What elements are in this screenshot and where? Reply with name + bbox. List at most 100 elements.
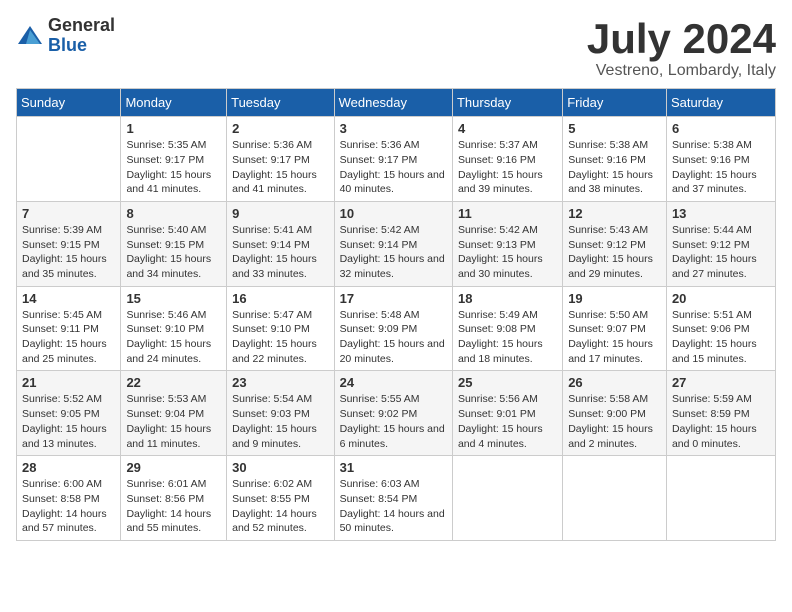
logo: General Blue [16, 16, 115, 56]
calendar-cell: 9 Sunrise: 5:41 AMSunset: 9:14 PMDaylight… [227, 201, 334, 286]
day-number: 28 [22, 460, 115, 475]
calendar-cell: 13 Sunrise: 5:44 AMSunset: 9:12 PMDayligh… [666, 201, 775, 286]
day-number: 19 [568, 291, 661, 306]
day-number: 5 [568, 121, 661, 136]
day-number: 26 [568, 375, 661, 390]
calendar-cell: 30 Sunrise: 6:02 AMSunset: 8:55 PMDayligh… [227, 456, 334, 541]
header-wednesday: Wednesday [334, 89, 452, 117]
day-number: 15 [126, 291, 221, 306]
calendar-cell: 21Sunrise: 5:52 AMSunset: 9:05 PMDayligh… [17, 371, 121, 456]
day-info: Sunrise: 5:44 AMSunset: 9:12 PMDaylight:… [672, 223, 770, 282]
day-info: Sunrise: 5:45 AMSunset: 9:11 PMDaylight:… [22, 308, 115, 367]
calendar-header-row: SundayMondayTuesdayWednesdayThursdayFrid… [17, 89, 776, 117]
calendar-cell: 6 Sunrise: 5:38 AMSunset: 9:16 PMDaylight… [666, 117, 775, 202]
day-number: 10 [340, 206, 447, 221]
calendar-cell [17, 117, 121, 202]
calendar-cell: 4 Sunrise: 5:37 AMSunset: 9:16 PMDaylight… [452, 117, 562, 202]
day-info: Sunrise: 6:01 AMSunset: 8:56 PMDaylight:… [126, 477, 221, 536]
calendar-cell: 17Sunrise: 5:48 AMSunset: 9:09 PMDayligh… [334, 286, 452, 371]
day-info: Sunrise: 5:50 AMSunset: 9:07 PMDaylight:… [568, 308, 661, 367]
header-friday: Friday [563, 89, 667, 117]
day-info: Sunrise: 5:51 AMSunset: 9:06 PMDaylight:… [672, 308, 770, 367]
day-number: 25 [458, 375, 557, 390]
calendar-cell: 18 Sunrise: 5:49 AMSunset: 9:08 PMDayligh… [452, 286, 562, 371]
calendar-cell: 15 Sunrise: 5:46 AMSunset: 9:10 PMDayligh… [121, 286, 227, 371]
calendar-table: SundayMondayTuesdayWednesdayThursdayFrid… [16, 88, 776, 541]
day-number: 13 [672, 206, 770, 221]
day-number: 4 [458, 121, 557, 136]
day-info: Sunrise: 5:59 AMSunset: 8:59 PMDaylight:… [672, 392, 770, 451]
header-tuesday: Tuesday [227, 89, 334, 117]
day-info: Sunrise: 6:02 AMSunset: 8:55 PMDaylight:… [232, 477, 328, 536]
calendar-cell: 12Sunrise: 5:43 AMSunset: 9:12 PMDayligh… [563, 201, 667, 286]
day-number: 11 [458, 206, 557, 221]
day-number: 1 [126, 121, 221, 136]
header-saturday: Saturday [666, 89, 775, 117]
day-info: Sunrise: 5:47 AMSunset: 9:10 PMDaylight:… [232, 308, 328, 367]
calendar-cell: 3Sunrise: 5:36 AMSunset: 9:17 PMDaylight… [334, 117, 452, 202]
calendar-cell: 14Sunrise: 5:45 AMSunset: 9:11 PMDayligh… [17, 286, 121, 371]
calendar-week-2: 7Sunrise: 5:39 AMSunset: 9:15 PMDaylight… [17, 201, 776, 286]
day-info: Sunrise: 5:42 AMSunset: 9:13 PMDaylight:… [458, 223, 557, 282]
day-info: Sunrise: 5:38 AMSunset: 9:16 PMDaylight:… [672, 138, 770, 197]
calendar-cell: 29 Sunrise: 6:01 AMSunset: 8:56 PMDayligh… [121, 456, 227, 541]
day-number: 3 [340, 121, 447, 136]
day-number: 22 [126, 375, 221, 390]
day-number: 16 [232, 291, 328, 306]
header: General Blue July 2024 Vestreno, Lombard… [16, 16, 776, 80]
logo-general-label: General [48, 16, 115, 36]
day-number: 23 [232, 375, 328, 390]
calendar-cell: 5 Sunrise: 5:38 AMSunset: 9:16 PMDaylight… [563, 117, 667, 202]
calendar-cell: 23 Sunrise: 5:54 AMSunset: 9:03 PMDayligh… [227, 371, 334, 456]
calendar-cell: 10 Sunrise: 5:42 AMSunset: 9:14 PMDayligh… [334, 201, 452, 286]
day-number: 8 [126, 206, 221, 221]
logo-icon [16, 22, 44, 50]
day-info: Sunrise: 5:43 AMSunset: 9:12 PMDaylight:… [568, 223, 661, 282]
calendar-cell: 28 Sunrise: 6:00 AMSunset: 8:58 PMDayligh… [17, 456, 121, 541]
calendar-cell: 8 Sunrise: 5:40 AMSunset: 9:15 PMDaylight… [121, 201, 227, 286]
day-info: Sunrise: 5:58 AMSunset: 9:00 PMDaylight:… [568, 392, 661, 451]
calendar-cell: 26 Sunrise: 5:58 AMSunset: 9:00 PMDayligh… [563, 371, 667, 456]
day-info: Sunrise: 5:35 AMSunset: 9:17 PMDaylight:… [126, 138, 221, 197]
day-info: Sunrise: 5:53 AMSunset: 9:04 PMDaylight:… [126, 392, 221, 451]
day-number: 2 [232, 121, 328, 136]
day-info: Sunrise: 5:37 AMSunset: 9:16 PMDaylight:… [458, 138, 557, 197]
day-info: Sunrise: 5:39 AMSunset: 9:15 PMDaylight:… [22, 223, 115, 282]
subtitle: Vestreno, Lombardy, Italy [587, 62, 776, 80]
calendar-cell: 19 Sunrise: 5:50 AMSunset: 9:07 PMDayligh… [563, 286, 667, 371]
header-monday: Monday [121, 89, 227, 117]
calendar-cell: 25Sunrise: 5:56 AMSunset: 9:01 PMDayligh… [452, 371, 562, 456]
day-info: Sunrise: 5:38 AMSunset: 9:16 PMDaylight:… [568, 138, 661, 197]
day-info: Sunrise: 5:41 AMSunset: 9:14 PMDaylight:… [232, 223, 328, 282]
calendar-cell: 1 Sunrise: 5:35 AMSunset: 9:17 PMDaylight… [121, 117, 227, 202]
calendar-cell [563, 456, 667, 541]
calendar-week-4: 21Sunrise: 5:52 AMSunset: 9:05 PMDayligh… [17, 371, 776, 456]
day-number: 9 [232, 206, 328, 221]
calendar-cell: 27 Sunrise: 5:59 AMSunset: 8:59 PMDayligh… [666, 371, 775, 456]
day-info: Sunrise: 5:42 AMSunset: 9:14 PMDaylight:… [340, 223, 447, 282]
day-info: Sunrise: 6:03 AMSunset: 8:54 PMDaylight:… [340, 477, 447, 536]
calendar-week-5: 28 Sunrise: 6:00 AMSunset: 8:58 PMDayligh… [17, 456, 776, 541]
day-number: 30 [232, 460, 328, 475]
day-number: 24 [340, 375, 447, 390]
day-number: 6 [672, 121, 770, 136]
title-section: July 2024 Vestreno, Lombardy, Italy [587, 16, 776, 80]
day-info: Sunrise: 6:00 AMSunset: 8:58 PMDaylight:… [22, 477, 115, 536]
day-info: Sunrise: 5:46 AMSunset: 9:10 PMDaylight:… [126, 308, 221, 367]
day-info: Sunrise: 5:49 AMSunset: 9:08 PMDaylight:… [458, 308, 557, 367]
day-number: 29 [126, 460, 221, 475]
main-title: July 2024 [587, 16, 776, 62]
calendar-cell: 24Sunrise: 5:55 AMSunset: 9:02 PMDayligh… [334, 371, 452, 456]
calendar-cell: 31 Sunrise: 6:03 AMSunset: 8:54 PMDayligh… [334, 456, 452, 541]
calendar-cell: 20Sunrise: 5:51 AMSunset: 9:06 PMDayligh… [666, 286, 775, 371]
header-sunday: Sunday [17, 89, 121, 117]
header-thursday: Thursday [452, 89, 562, 117]
day-number: 18 [458, 291, 557, 306]
day-info: Sunrise: 5:40 AMSunset: 9:15 PMDaylight:… [126, 223, 221, 282]
day-number: 27 [672, 375, 770, 390]
calendar-week-3: 14Sunrise: 5:45 AMSunset: 9:11 PMDayligh… [17, 286, 776, 371]
day-number: 31 [340, 460, 447, 475]
calendar-cell: 2Sunrise: 5:36 AMSunset: 9:17 PMDaylight… [227, 117, 334, 202]
logo-text: General Blue [48, 16, 115, 56]
day-info: Sunrise: 5:54 AMSunset: 9:03 PMDaylight:… [232, 392, 328, 451]
